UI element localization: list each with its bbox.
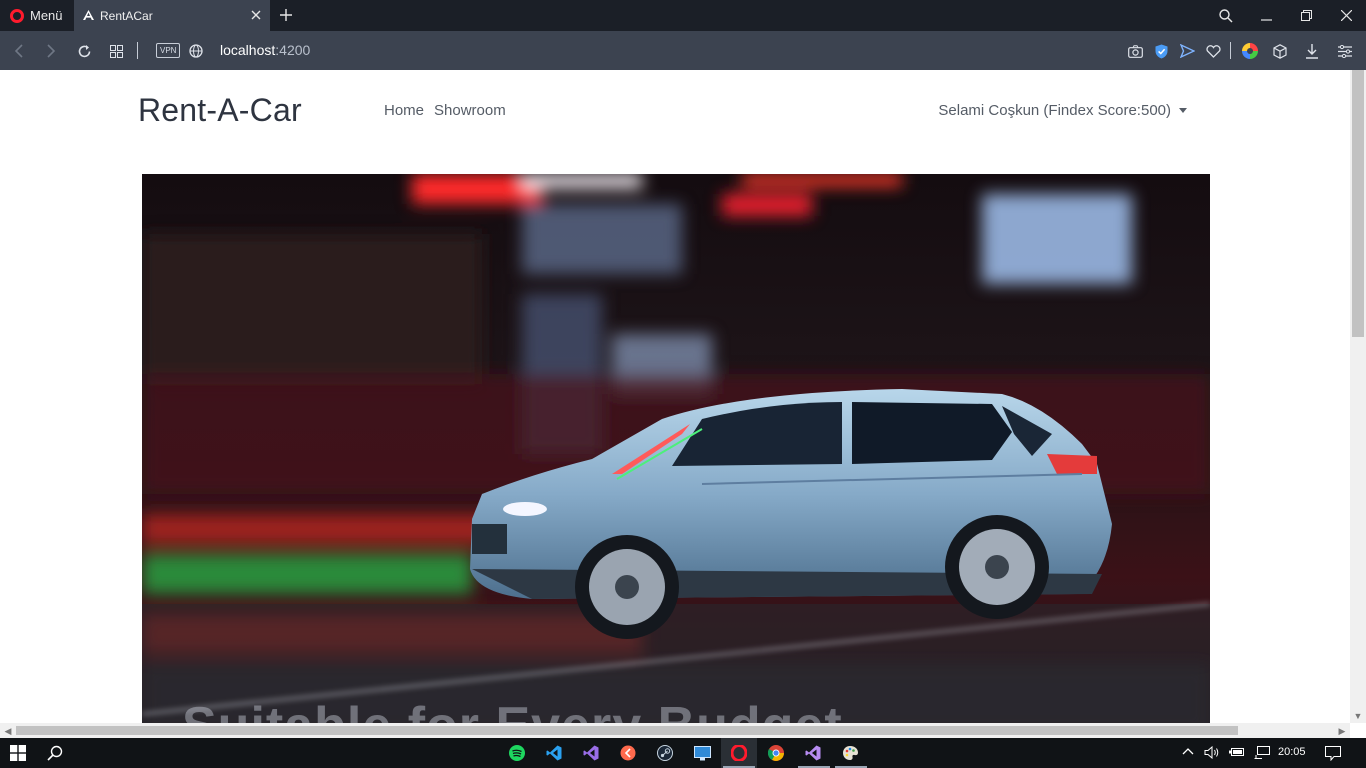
network-icon[interactable]: [1254, 746, 1270, 762]
new-tab-icon[interactable]: [277, 6, 295, 24]
main-nav: Home Showroom: [384, 102, 506, 119]
opera-menu-button[interactable]: Menü: [0, 0, 74, 31]
color-picker-icon[interactable]: [1240, 41, 1260, 61]
windows-start-icon[interactable]: [7, 742, 29, 764]
easy-setup-icon[interactable]: [1335, 41, 1355, 61]
url-port: :4200: [275, 42, 311, 58]
visual-studio-icon[interactable]: [580, 742, 602, 764]
hero-car-image: [142, 174, 1210, 723]
user-dropdown[interactable]: Selami Coşkun (Findex Score:500): [938, 102, 1187, 119]
notification-center-icon[interactable]: [1325, 746, 1341, 764]
flow-send-icon[interactable]: [1177, 41, 1197, 61]
url-field[interactable]: localhost:4200: [220, 42, 310, 58]
tray-overflow-chevron-icon[interactable]: [1182, 746, 1194, 761]
horizontal-scroll-thumb[interactable]: [16, 726, 1238, 735]
forward-icon[interactable]: [41, 41, 61, 61]
window-controls: [1206, 0, 1366, 31]
remote-desktop-icon[interactable]: [691, 742, 713, 764]
chrome-icon[interactable]: [765, 742, 787, 764]
opera-logo-icon: [10, 8, 24, 23]
extensions-cube-icon[interactable]: [1270, 41, 1290, 61]
paint-icon[interactable]: [839, 742, 861, 764]
tab-grid-icon[interactable]: [106, 41, 126, 61]
snapshot-icon[interactable]: [1125, 41, 1145, 61]
search-icon[interactable]: [44, 742, 66, 764]
battery-icon[interactable]: [1229, 746, 1245, 761]
git-client-icon[interactable]: [617, 742, 639, 764]
clock[interactable]: 20:05: [1278, 746, 1306, 758]
brand-logo[interactable]: Rent-A-Car: [138, 92, 302, 129]
nav-link-showroom[interactable]: Showroom: [434, 102, 506, 119]
close-window-icon[interactable]: [1326, 0, 1366, 31]
browser-tab-strip: Menü RentACar: [0, 0, 1366, 31]
close-tab-icon[interactable]: [248, 7, 264, 23]
user-dropdown-label: Selami Coşkun (Findex Score:500): [938, 102, 1171, 119]
back-icon[interactable]: [9, 41, 29, 61]
vertical-scrollbar[interactable]: ▼: [1350, 70, 1366, 723]
vpn-badge[interactable]: VPN: [156, 43, 181, 58]
search-tabs-icon[interactable]: [1206, 0, 1246, 31]
tab-title: RentACar: [100, 8, 153, 23]
volume-icon[interactable]: [1204, 745, 1220, 762]
horizontal-scrollbar[interactable]: ◀ ▶: [0, 723, 1350, 738]
opera-icon[interactable]: [728, 742, 750, 764]
bookmark-heart-icon[interactable]: [1203, 41, 1223, 61]
scroll-left-arrow-icon[interactable]: ◀: [2, 725, 14, 737]
url-host: localhost: [220, 42, 276, 58]
caret-down-icon: [1179, 108, 1187, 113]
hero-caption: Suitable for Every Budget: [182, 696, 843, 723]
browser-tab-rentacar[interactable]: RentACar: [74, 0, 270, 31]
toolbar-divider: [137, 42, 138, 59]
opera-menu-label: Menü: [30, 8, 63, 23]
vscode-icon[interactable]: [543, 742, 565, 764]
nav-link-home[interactable]: Home: [384, 102, 424, 119]
downloads-icon[interactable]: [1302, 41, 1322, 61]
scroll-down-arrow-icon[interactable]: ▼: [1352, 710, 1364, 722]
spotify-icon[interactable]: [506, 742, 528, 764]
steam-icon[interactable]: [654, 742, 676, 764]
vertical-scroll-thumb[interactable]: [1352, 70, 1364, 337]
scroll-right-arrow-icon[interactable]: ▶: [1336, 725, 1348, 737]
visual-studio-icon[interactable]: [802, 742, 824, 764]
angular-favicon-icon: [82, 9, 95, 22]
toolbar-divider-2: [1230, 42, 1231, 59]
address-bar: VPN localhost:4200: [0, 31, 1366, 70]
reload-icon[interactable]: [74, 41, 94, 61]
adblock-shield-icon[interactable]: [1151, 41, 1171, 61]
hero-banner: Suitable for Every Budget: [142, 174, 1210, 723]
windows-taskbar: 20:05: [0, 738, 1366, 768]
restore-icon[interactable]: [1286, 0, 1326, 31]
page-viewport: Rent-A-Car Home Showroom Selami Coşkun (…: [0, 70, 1350, 723]
minimize-icon[interactable]: [1246, 0, 1286, 31]
globe-icon[interactable]: [186, 41, 206, 61]
